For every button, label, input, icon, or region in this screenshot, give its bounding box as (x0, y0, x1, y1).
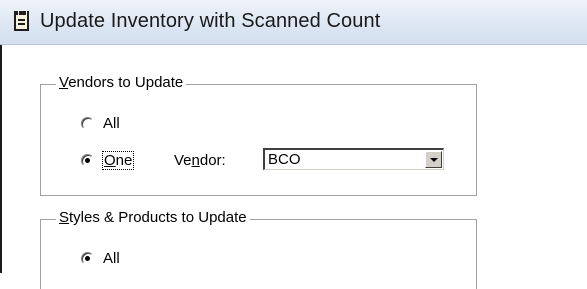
vendors-group-legend: Vendors to Update (56, 74, 187, 91)
clipboard-icon (14, 10, 29, 31)
vendor-select[interactable]: BCO (263, 148, 444, 170)
styles-all-radio[interactable] (81, 252, 94, 265)
vendors-one-radio[interactable] (81, 154, 94, 167)
styles-all-label: All (103, 250, 120, 267)
styles-all-radio-row[interactable]: All (81, 250, 120, 267)
vendor-select-value: BCO (268, 151, 301, 168)
chevron-down-icon (430, 158, 438, 162)
vendors-one-label: One (101, 151, 135, 170)
vendors-all-radio[interactable] (81, 117, 94, 130)
vendors-all-radio-row[interactable]: All (81, 115, 120, 132)
window-title: Update Inventory with Scanned Count (40, 10, 381, 32)
styles-group-legend: Styles & Products to Update (56, 209, 250, 226)
vendors-all-label: All (103, 115, 120, 132)
vendors-one-radio-row[interactable]: One (81, 151, 135, 170)
vendor-field-label: Vendor: (174, 152, 226, 169)
vendor-dropdown-button[interactable] (425, 151, 442, 168)
vendors-groupbox (40, 84, 477, 196)
title-bar: Update Inventory with Scanned Count (0, 0, 587, 45)
